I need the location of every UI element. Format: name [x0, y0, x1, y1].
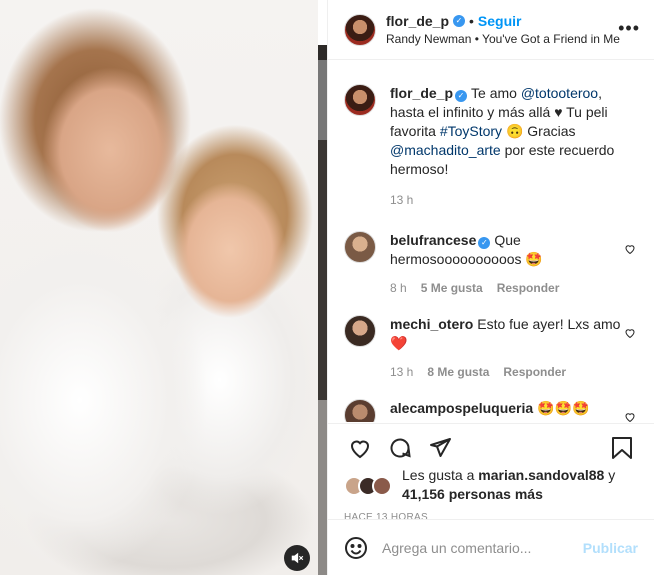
comment-likes[interactable]: 5 Me gusta	[421, 281, 483, 295]
mute-button[interactable]	[284, 545, 310, 571]
heart-icon[interactable]	[624, 411, 636, 422]
action-bar	[328, 423, 654, 471]
avatar[interactable]	[344, 399, 376, 422]
follow-button[interactable]: Seguir	[478, 12, 522, 30]
avatar[interactable]	[344, 231, 376, 263]
add-comment-bar: Publicar	[328, 519, 654, 575]
heart-icon	[350, 440, 370, 458]
verified-icon: ✓	[478, 236, 491, 249]
mute-icon	[291, 552, 304, 564]
liker-username[interactable]: marian.sandoval88	[478, 467, 604, 483]
hashtag-link[interactable]: #ToyStory	[440, 123, 502, 139]
like-button[interactable]	[340, 428, 380, 468]
author-username[interactable]: flor_de_p	[386, 12, 449, 30]
post-panel: flor_de_p ✓ • Seguir Randy Newman • You'…	[327, 0, 654, 575]
audio-separator: •	[474, 31, 479, 46]
reply-button[interactable]: Responder	[497, 281, 560, 295]
comment-input[interactable]	[382, 539, 583, 556]
mention-link[interactable]: @totooteroo	[521, 85, 598, 101]
caption-username[interactable]: flor_de_p	[390, 85, 453, 101]
save-icon	[612, 436, 632, 459]
comment-button[interactable]	[380, 428, 420, 468]
comment-username[interactable]: belufrancese	[390, 232, 476, 248]
mention-link[interactable]: @machadito_arte	[390, 142, 501, 158]
post-header: flor_de_p ✓ • Seguir Randy Newman • You'…	[328, 0, 654, 60]
comments-list[interactable]: flor_de_p ✓ Te amo @totooteroo, hasta el i…	[328, 61, 654, 422]
heart-icon[interactable]	[624, 327, 636, 339]
audio-track[interactable]: Randy Newman • You've Got a Friend in Me	[386, 30, 620, 48]
reply-button[interactable]: Responder	[503, 365, 566, 379]
audio-artist[interactable]: Randy Newman	[386, 32, 471, 46]
avatar[interactable]	[344, 315, 376, 347]
avatar	[372, 476, 392, 496]
avatar[interactable]	[344, 13, 376, 46]
share-icon	[430, 437, 451, 457]
likes-conjunction: y	[604, 467, 616, 483]
comment-time[interactable]: 8 h	[390, 281, 407, 295]
likes-summary: Les gusta a marian.sandoval88 y 41,156 p…	[344, 466, 638, 504]
more-icon[interactable]: •••	[618, 18, 640, 39]
post-media[interactable]	[0, 0, 327, 575]
publish-button[interactable]: Publicar	[583, 540, 638, 556]
avatar[interactable]	[344, 84, 376, 116]
comment-username[interactable]: alecampospeluqueria	[390, 400, 533, 416]
comment-icon	[390, 438, 411, 457]
separator: •	[469, 12, 474, 29]
caption: flor_de_p ✓ Te amo @totooteroo, hasta el i…	[344, 84, 638, 207]
comment-likes[interactable]: 8 Me gusta	[427, 365, 489, 379]
likes-count[interactable]: 41,156 personas más	[402, 486, 543, 502]
heart-icon[interactable]	[624, 243, 636, 255]
liker-avatars[interactable]	[344, 468, 392, 504]
save-button[interactable]	[602, 428, 642, 468]
emoji-icon[interactable]	[344, 536, 368, 560]
caption-time[interactable]: 13 h	[390, 193, 413, 207]
share-button[interactable]	[420, 428, 460, 468]
comment-item: alecampospeluqueria 🤩🤩🤩	[344, 399, 638, 422]
audio-title[interactable]: You've Got a Friend in Me	[482, 32, 620, 46]
verified-icon: ✓	[453, 14, 466, 27]
comment-text: 🤩🤩🤩	[537, 400, 590, 416]
comment-time[interactable]: 13 h	[390, 365, 413, 379]
verified-icon: ✓	[455, 89, 468, 102]
caption-emoji: 🙃	[505, 123, 524, 139]
comment-item: belufrancese ✓ Que hermosoooooooooos 🤩 8 h…	[344, 231, 638, 295]
comment-item: mechi_otero Esto fue ayer! Lxs amo ❤️ 13 …	[344, 315, 638, 379]
post-photo	[0, 0, 327, 575]
comment-username[interactable]: mechi_otero	[390, 316, 473, 332]
caption-text: Gracias	[523, 123, 576, 139]
caption-text: Te amo	[471, 85, 521, 101]
next-post-edge	[318, 0, 327, 575]
likes-prefix: Les gusta a	[402, 467, 479, 483]
